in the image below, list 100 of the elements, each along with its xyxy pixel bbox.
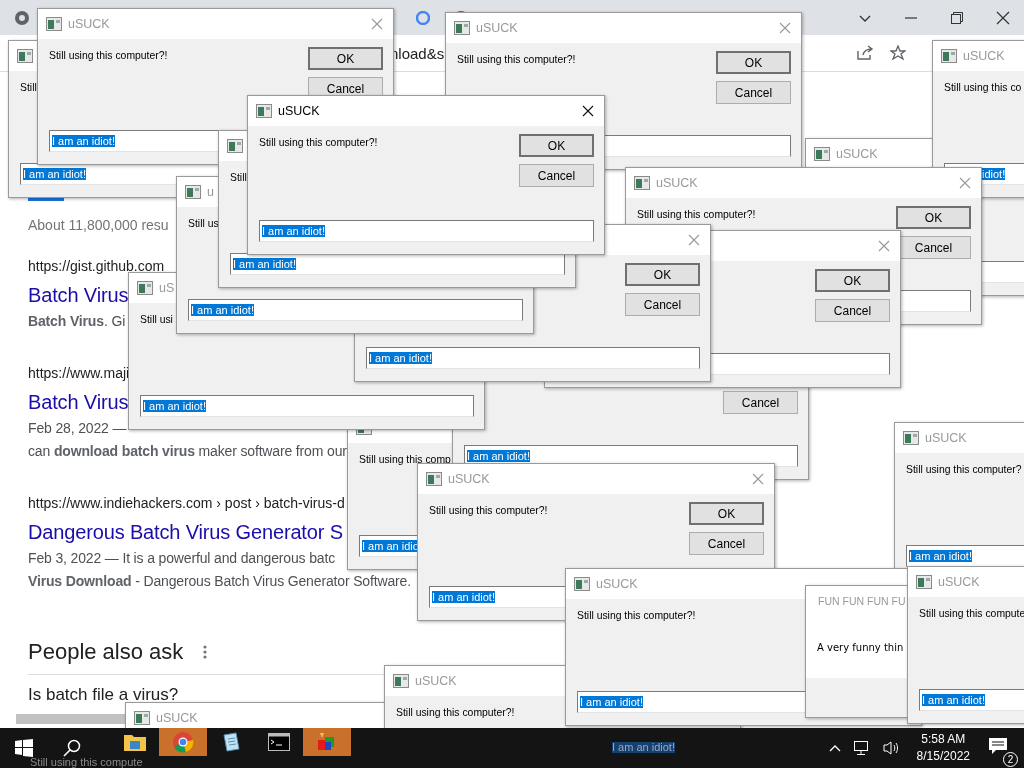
- result-link[interactable]: Dangerous Batch Virus Generator S: [28, 517, 343, 547]
- message-text: Still usi: [140, 314, 173, 325]
- network-icon[interactable]: [852, 740, 871, 756]
- message-text: Still using this computer?!: [396, 707, 515, 718]
- ghost-text: I am an idiot!: [612, 742, 675, 753]
- ok-button[interactable]: OK: [308, 47, 383, 70]
- result-snippet: can download batch virus maker software from our: [28, 442, 347, 461]
- message-text: Still using this computer?!: [429, 505, 548, 516]
- app-window-icon: [185, 185, 201, 199]
- results-count: About 11,800,000 resu: [28, 216, 169, 235]
- text-field[interactable]: I am an idiot!: [919, 689, 1024, 711]
- cancel-button[interactable]: Cancel: [723, 391, 798, 414]
- app-window-icon: [574, 577, 590, 591]
- result-snippet: Feb 3, 2022 — It is a powerful and dangerous batc: [28, 549, 336, 568]
- window-title: u: [207, 185, 214, 199]
- app-window-icon: [426, 472, 442, 486]
- ok-button[interactable]: OK: [896, 206, 971, 229]
- share-icon[interactable]: [856, 45, 874, 61]
- text-field[interactable]: I am an idiot!: [366, 347, 700, 369]
- text-field[interactable]: I am an idiot!: [188, 299, 523, 321]
- window-title: uSUCK: [963, 49, 1005, 63]
- start-icon[interactable]: [15, 739, 33, 757]
- close-icon[interactable]: [582, 105, 594, 117]
- message-text: Still using this co: [944, 82, 1022, 93]
- ok-button[interactable]: OK: [625, 263, 700, 286]
- app-window-icon: [916, 575, 932, 589]
- console-icon: [268, 733, 290, 751]
- result-url: https://www.indiehackers.com › post › batch-virus-d: [28, 494, 345, 513]
- cancel-button[interactable]: Cancel: [689, 532, 764, 555]
- window-title: uSUCK: [415, 674, 457, 688]
- close-icon[interactable]: [996, 10, 1010, 25]
- window-title: uSUCK: [156, 711, 198, 725]
- more-options-icon[interactable]: [203, 645, 208, 659]
- app-window-icon: [454, 21, 470, 35]
- search-icon[interactable]: [63, 739, 81, 757]
- app-window-icon: [634, 176, 650, 190]
- app-window-icon: [137, 281, 153, 295]
- message-text: A very funny thin: [817, 641, 904, 653]
- message-text: Still using this computer?!: [637, 209, 756, 220]
- window-title: uSUCK: [448, 472, 490, 486]
- result-link[interactable]: Batch Virus: [28, 280, 129, 310]
- window-title: FUN FUN FUN FU: [818, 595, 906, 607]
- message-text: Still using this computer?!: [49, 50, 168, 61]
- message-text: Still using this computer?: [906, 464, 1022, 475]
- browser-logo-icon[interactable]: [14, 9, 30, 26]
- window-title: uSUCK: [836, 147, 878, 161]
- star-icon[interactable]: [890, 45, 906, 61]
- app-window-icon: [941, 49, 957, 63]
- message-text: Still using this computer?!: [577, 610, 696, 621]
- window-title: uSUCK: [938, 575, 980, 589]
- app-window-icon: [393, 674, 409, 688]
- tab-favicon-icon[interactable]: [416, 10, 430, 25]
- app-window-icon: [134, 711, 150, 725]
- ok-button[interactable]: OK: [519, 134, 594, 157]
- clock-time[interactable]: 5:58 AM: [921, 731, 966, 748]
- message-text: Still us: [188, 218, 219, 229]
- text-field[interactable]: I am an idiot!: [906, 545, 1024, 567]
- cancel-button[interactable]: Cancel: [815, 299, 890, 322]
- notification-count: 2: [1003, 752, 1018, 767]
- result-link[interactable]: Batch Virus: [28, 387, 129, 417]
- ok-button[interactable]: OK: [815, 269, 890, 292]
- message-text: Still: [20, 82, 37, 93]
- window-title: uSUCK: [278, 104, 320, 118]
- window-title: uSUCK: [925, 431, 967, 445]
- window-title: uS: [159, 281, 175, 295]
- cancel-button[interactable]: Cancel: [716, 81, 791, 104]
- app-window-icon: [256, 104, 272, 118]
- window-title: uSUCK: [476, 21, 518, 35]
- result-snippet: Virus Download - Dangerous Batch Virus Generator Software.: [28, 572, 411, 591]
- text-field[interactable]: I am an idiot!: [259, 220, 594, 242]
- message-text: Still using this computer?!: [259, 137, 378, 148]
- message-text: Still using this comp: [359, 454, 451, 465]
- app-window-icon: [17, 49, 33, 63]
- app-window-icon: [227, 139, 243, 153]
- ok-button[interactable]: OK: [716, 51, 791, 74]
- result-snippet: Batch Virus. Gi: [28, 312, 126, 331]
- window-title: uSUCK: [656, 176, 698, 190]
- result-snippet: Feb 28, 2022 —: [28, 419, 127, 438]
- notification-icon[interactable]: [988, 737, 1008, 755]
- result-url: https://gist.github.com: [28, 257, 165, 276]
- window-title: uSUCK: [68, 17, 110, 31]
- app-window-icon: [814, 147, 830, 161]
- volume-icon[interactable]: [882, 740, 901, 756]
- text-field[interactable]: I am an idiot!: [230, 253, 565, 275]
- question-item[interactable]: Is batch file a virus?: [28, 683, 179, 707]
- restore-icon[interactable]: [950, 10, 964, 25]
- ok-button[interactable]: OK: [689, 502, 764, 525]
- message-text: Still using this computer?!: [457, 54, 576, 65]
- clock-date[interactable]: 8/15/2022: [916, 748, 970, 765]
- chevron-up-icon[interactable]: [828, 744, 841, 752]
- text-field[interactable]: I am an idiot!: [140, 395, 474, 417]
- notepad-icon: [220, 731, 242, 753]
- app-window-icon: [903, 431, 919, 445]
- message-text: Still using this compute: [919, 608, 1024, 619]
- message-text: Still: [230, 172, 247, 183]
- section-heading: People also ask: [28, 639, 184, 665]
- ghost-text: Still using this compute: [30, 756, 143, 768]
- cancel-button[interactable]: Cancel: [625, 293, 700, 316]
- cancel-button[interactable]: Cancel: [519, 164, 594, 187]
- window-title: uSUCK: [596, 577, 638, 591]
